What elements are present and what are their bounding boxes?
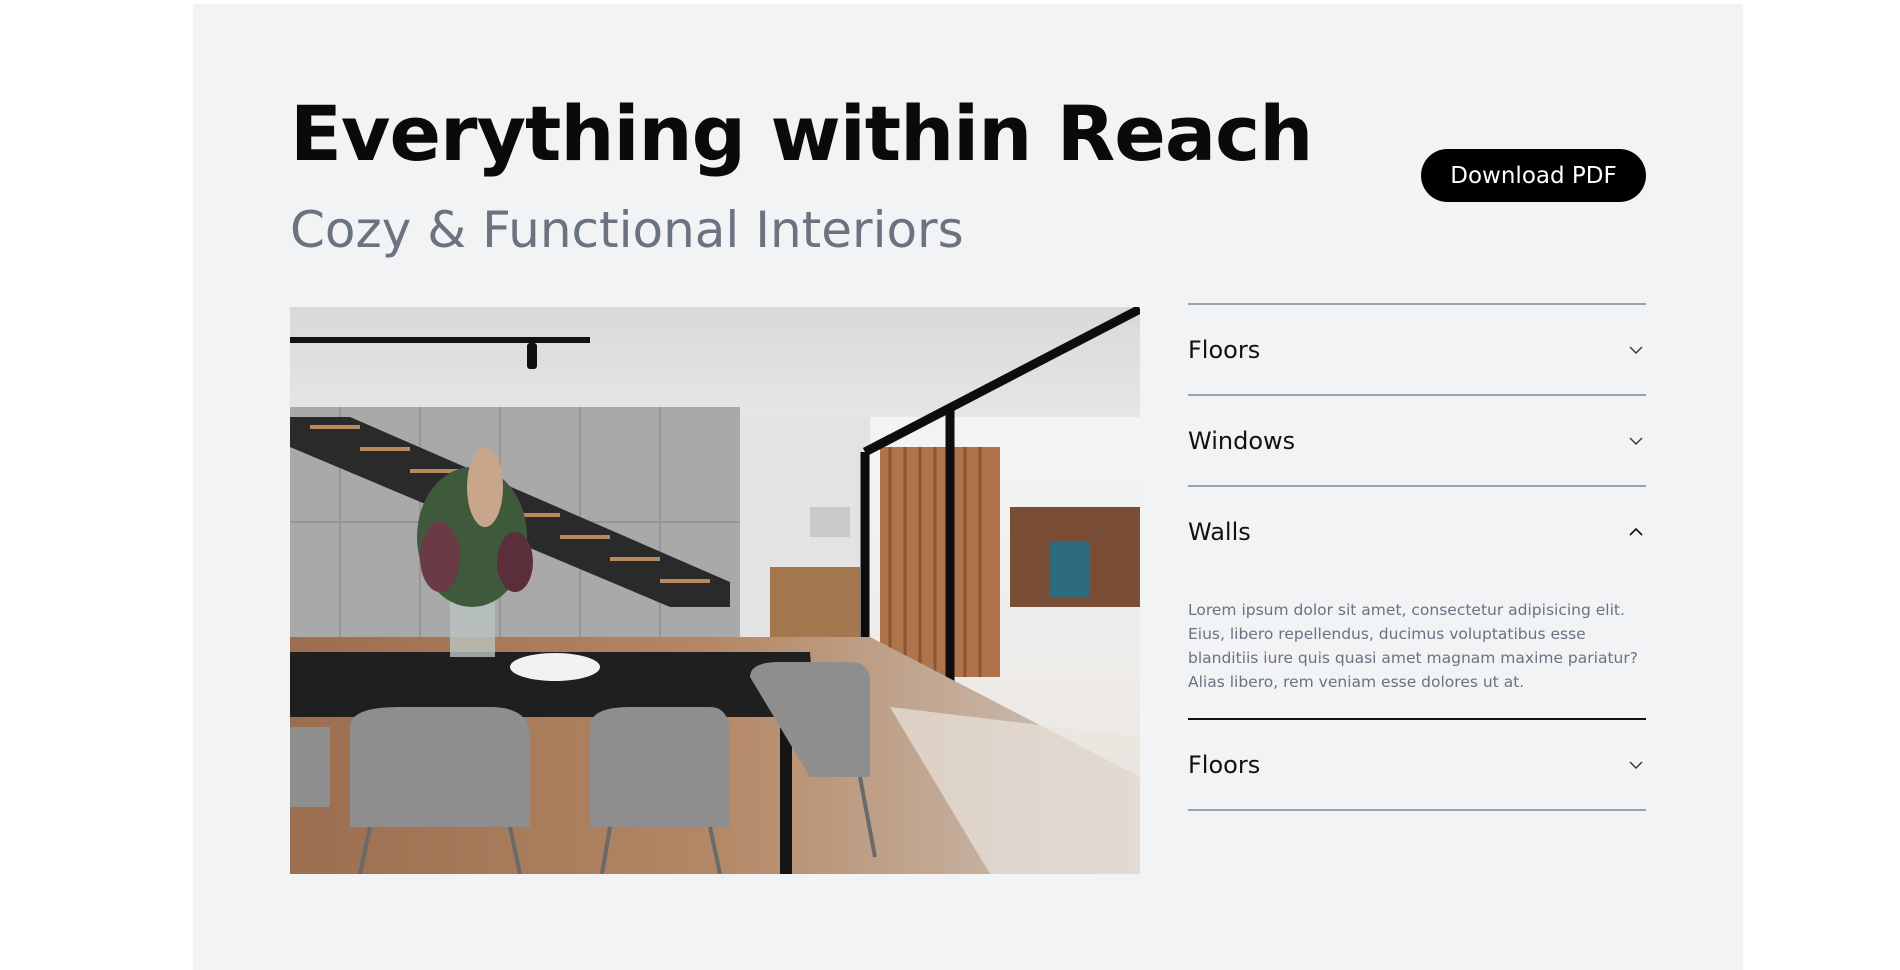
accordion-body-text: Lorem ipsum dolor sit amet, consectetur … [1188,601,1638,691]
interior-illustration [290,307,1140,874]
accordion-header[interactable]: Windows [1188,396,1646,485]
interior-photo [290,307,1140,874]
accordion-label: Floors [1188,750,1261,779]
chevron-down-icon[interactable] [1626,431,1646,451]
accordion-item-floors[interactable]: Floors [1188,303,1646,394]
chevron-up-icon[interactable] [1626,522,1646,542]
accordion-item-walls[interactable]: Walls Lorem ipsum dolor sit amet, consec… [1188,485,1646,720]
accordion-item-windows[interactable]: Windows [1188,394,1646,485]
chevron-down-icon[interactable] [1626,755,1646,775]
accordion-header[interactable]: Walls [1188,487,1646,576]
content-section: Everything within Reach Cozy & Functiona… [193,4,1743,970]
download-pdf-button[interactable]: Download PDF [1421,149,1646,202]
page-title: Everything within Reach [290,89,1313,178]
accordion-label: Walls [1188,517,1251,546]
accordion-label: Windows [1188,426,1296,455]
accordion-header[interactable]: Floors [1188,720,1646,809]
accordion-item-floors-2[interactable]: Floors [1188,720,1646,811]
chevron-down-icon[interactable] [1626,340,1646,360]
accordion-label: Floors [1188,335,1261,364]
accordion: Floors Windows Walls Lorem ipsum dolor s… [1188,303,1646,811]
accordion-header[interactable]: Floors [1188,305,1646,394]
page-subtitle: Cozy & Functional Interiors [290,201,964,259]
